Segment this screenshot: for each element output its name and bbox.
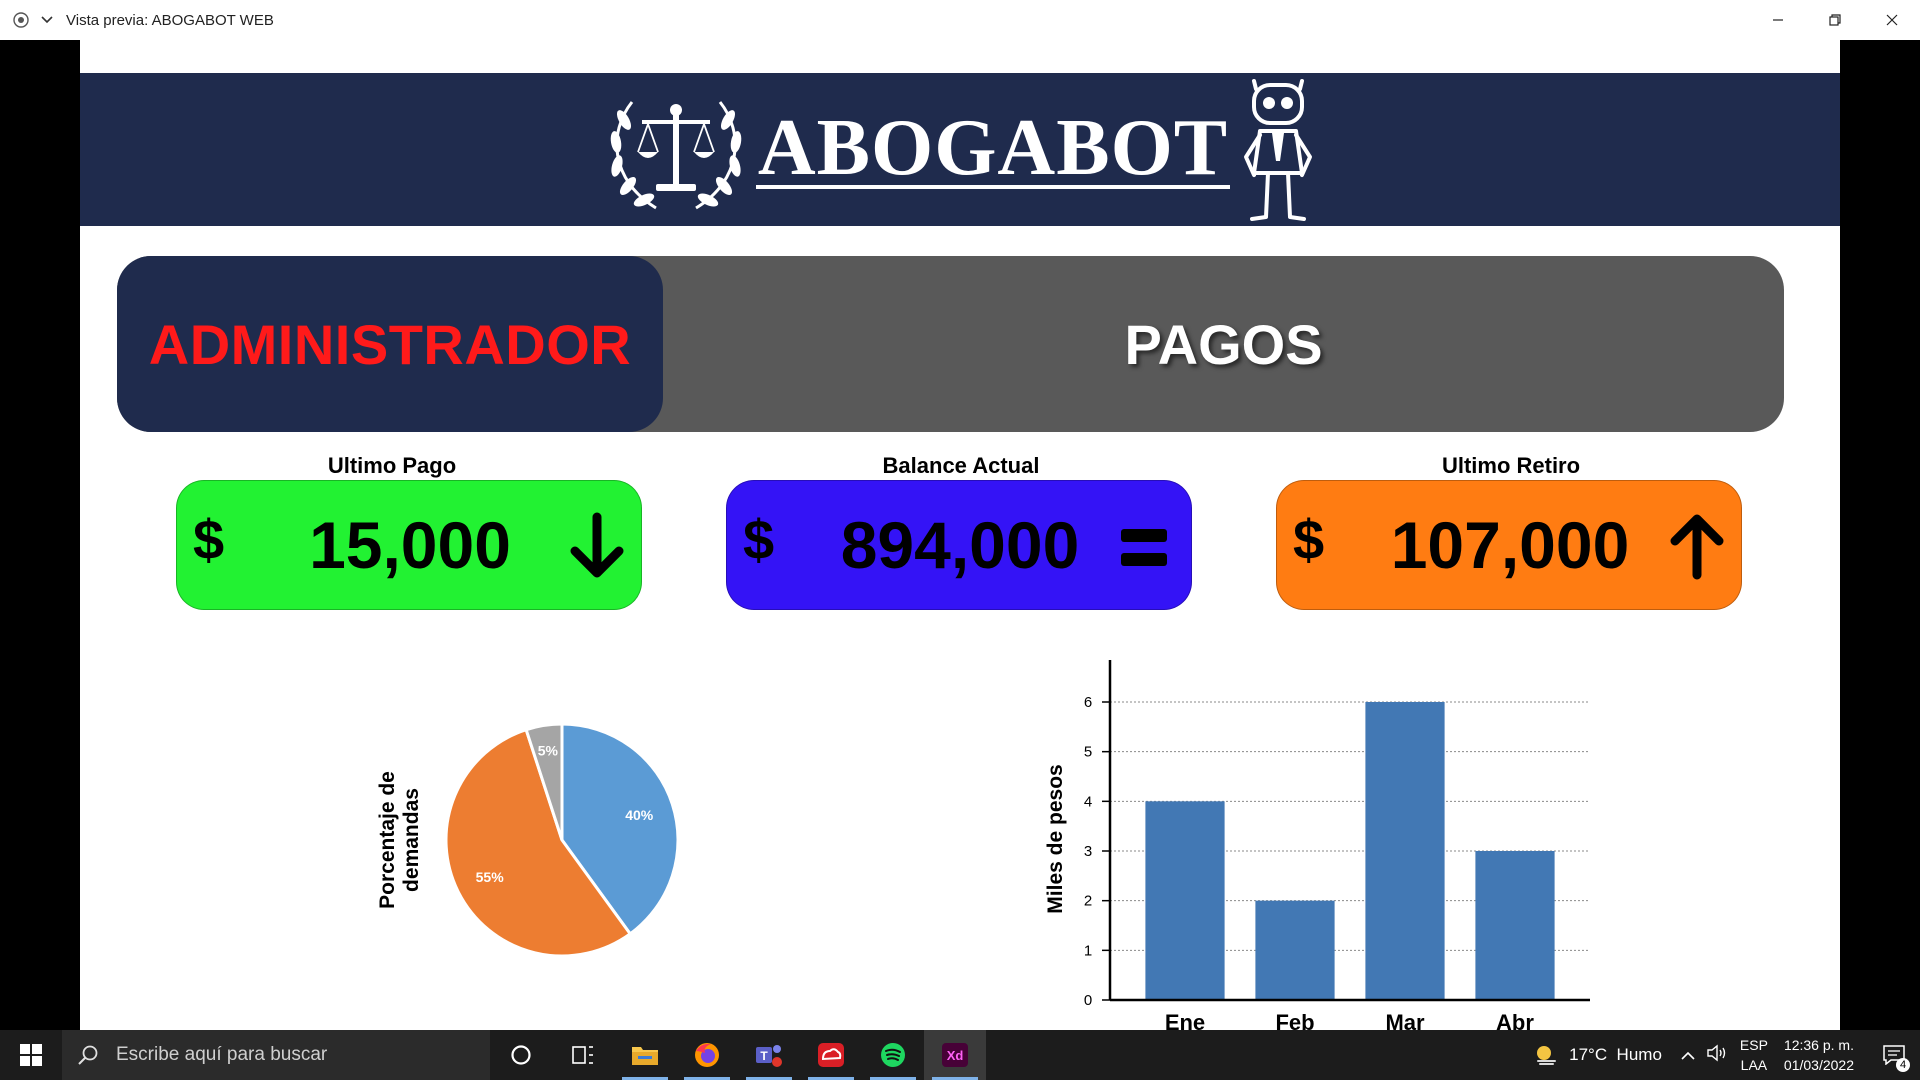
system-tray: 17°C Humo ESP LAA 12:36 p. m. 01/03/2022… <box>1533 1030 1920 1080</box>
restore-icon <box>1828 14 1841 26</box>
y-tick-label: 3 <box>1084 843 1092 860</box>
firefox-button[interactable] <box>676 1030 738 1080</box>
keyboard-layout: LAA <box>1740 1057 1768 1073</box>
app-content: ABOGABOT ADMINISTRADOR PAGOS Ultimo Pago… <box>80 40 1840 1030</box>
minimize-icon <box>1772 19 1783 21</box>
y-tick-label: 2 <box>1084 893 1092 910</box>
y-tick-label: 0 <box>1084 992 1092 1009</box>
window-controls <box>1749 0 1920 40</box>
svg-text:T: T <box>760 1049 768 1063</box>
adobe-xd-icon: Xd <box>942 1043 968 1067</box>
brand-name: ABOGABOT <box>755 103 1231 192</box>
minimize-button[interactable] <box>1749 0 1806 40</box>
ultimo-retiro-label: Ultimo Retiro <box>1441 453 1581 478</box>
creative-cloud-button[interactable] <box>800 1030 862 1080</box>
cortana-icon <box>511 1045 531 1065</box>
section-title-panel: PAGOS <box>663 256 1784 432</box>
task-view-button[interactable] <box>552 1030 614 1080</box>
close-icon <box>1886 14 1897 26</box>
volume-icon[interactable] <box>1706 1044 1728 1067</box>
task-view-icon <box>572 1046 593 1064</box>
cortana-button[interactable] <box>490 1030 552 1080</box>
windows-icon <box>20 1044 42 1066</box>
chevron-down-icon[interactable] <box>40 13 54 27</box>
search-placeholder: Escribe aquí para buscar <box>116 1044 328 1065</box>
arrow-up-icon <box>1670 514 1724 580</box>
bar <box>1145 801 1225 1000</box>
bar <box>1365 702 1445 1000</box>
weather-icon <box>1537 1046 1557 1065</box>
x-tick-label: Mar <box>1385 1010 1425 1030</box>
start-button[interactable] <box>0 1030 62 1080</box>
bar <box>1475 851 1555 1000</box>
y-tick-label: 1 <box>1084 942 1092 959</box>
language-indicator[interactable]: ESP LAA <box>1740 1035 1768 1075</box>
notifications-button[interactable]: 4 <box>1872 1030 1916 1080</box>
teams-icon: T <box>756 1045 782 1067</box>
close-button[interactable] <box>1863 0 1920 40</box>
clock-date: 01/03/2022 <box>1783 1057 1854 1073</box>
spotify-button[interactable] <box>862 1030 924 1080</box>
role-label: ADMINISTRADOR <box>148 312 632 376</box>
record-icon <box>12 11 30 29</box>
bar <box>1255 900 1335 1000</box>
clock-time: 12:36 p. m. <box>1783 1037 1854 1053</box>
pie-axis-label: Porcentaje dedemandas <box>376 771 423 909</box>
taskbar-search[interactable]: Escribe aquí para buscar <box>62 1030 490 1080</box>
window-title: Vista previa: ABOGABOT WEB <box>66 11 274 29</box>
x-tick-label: Feb <box>1275 1010 1314 1030</box>
taskbar-apps: T Xd <box>490 1030 986 1080</box>
ultimo-retiro-card[interactable]: $ 107,000 <box>1276 480 1742 610</box>
y-tick-label: 4 <box>1084 793 1092 810</box>
equals-icon <box>1121 529 1167 566</box>
balance-actual-card[interactable]: $ 894,000 <box>726 480 1192 610</box>
header-banner: ABOGABOT <box>80 73 1840 226</box>
y-tick-label: 5 <box>1084 744 1092 761</box>
x-tick-label: Abr <box>1496 1010 1534 1030</box>
weather-text: 17°C Humo <box>1569 1045 1662 1064</box>
firefox-icon <box>695 1043 719 1067</box>
balance-actual-label: Balance Actual <box>882 453 1040 478</box>
pie-slice-label: 40% <box>625 807 654 823</box>
section-title: PAGOS <box>1124 312 1323 376</box>
language-code: ESP <box>1739 1037 1768 1053</box>
teams-button[interactable]: T <box>738 1030 800 1080</box>
creative-cloud-icon <box>818 1043 844 1067</box>
y-tick-label: 6 <box>1084 694 1092 711</box>
bar-axis-label: Miles de pesos <box>1044 764 1067 913</box>
notification-count: 4 <box>1896 1058 1910 1072</box>
file-explorer-icon <box>632 1047 658 1065</box>
clock[interactable]: 12:36 p. m. 01/03/2022 <box>1784 1035 1854 1075</box>
arrow-down-icon <box>570 512 624 578</box>
ultimo-pago-label: Ultimo Pago <box>327 453 457 478</box>
taskbar: Escribe aquí para buscar T Xd 17°C Humo … <box>0 1030 1920 1080</box>
xd-label: Xd <box>947 1048 964 1063</box>
robot-icon <box>1244 78 1313 221</box>
search-icon <box>76 1043 100 1067</box>
scales-laurel-icon <box>610 100 742 209</box>
pie-slice-label: 5% <box>538 743 559 759</box>
spotify-icon <box>881 1043 905 1067</box>
weather-widget[interactable]: 17°C Humo <box>1533 1043 1662 1067</box>
bar-chart: Miles de pesos 0 1 2 3 4 5 6 Ene Feb Mar Abr <box>950 640 1610 1030</box>
window-titlebar: Vista previa: ABOGABOT WEB <box>0 0 1920 40</box>
role-panel: ADMINISTRADOR <box>117 256 663 432</box>
ultimo-pago-card[interactable]: $ 15,000 <box>176 480 642 610</box>
x-tick-label: Ene <box>1165 1010 1205 1030</box>
file-explorer-button[interactable] <box>614 1030 676 1080</box>
pie-slice-label: 55% <box>476 869 505 885</box>
pie-chart: Porcentaje dedemandas 40% 55% 5% <box>370 680 710 985</box>
restore-button[interactable] <box>1806 0 1863 40</box>
adobe-xd-button[interactable]: Xd <box>924 1030 986 1080</box>
chevron-up-icon[interactable] <box>1680 1045 1696 1065</box>
